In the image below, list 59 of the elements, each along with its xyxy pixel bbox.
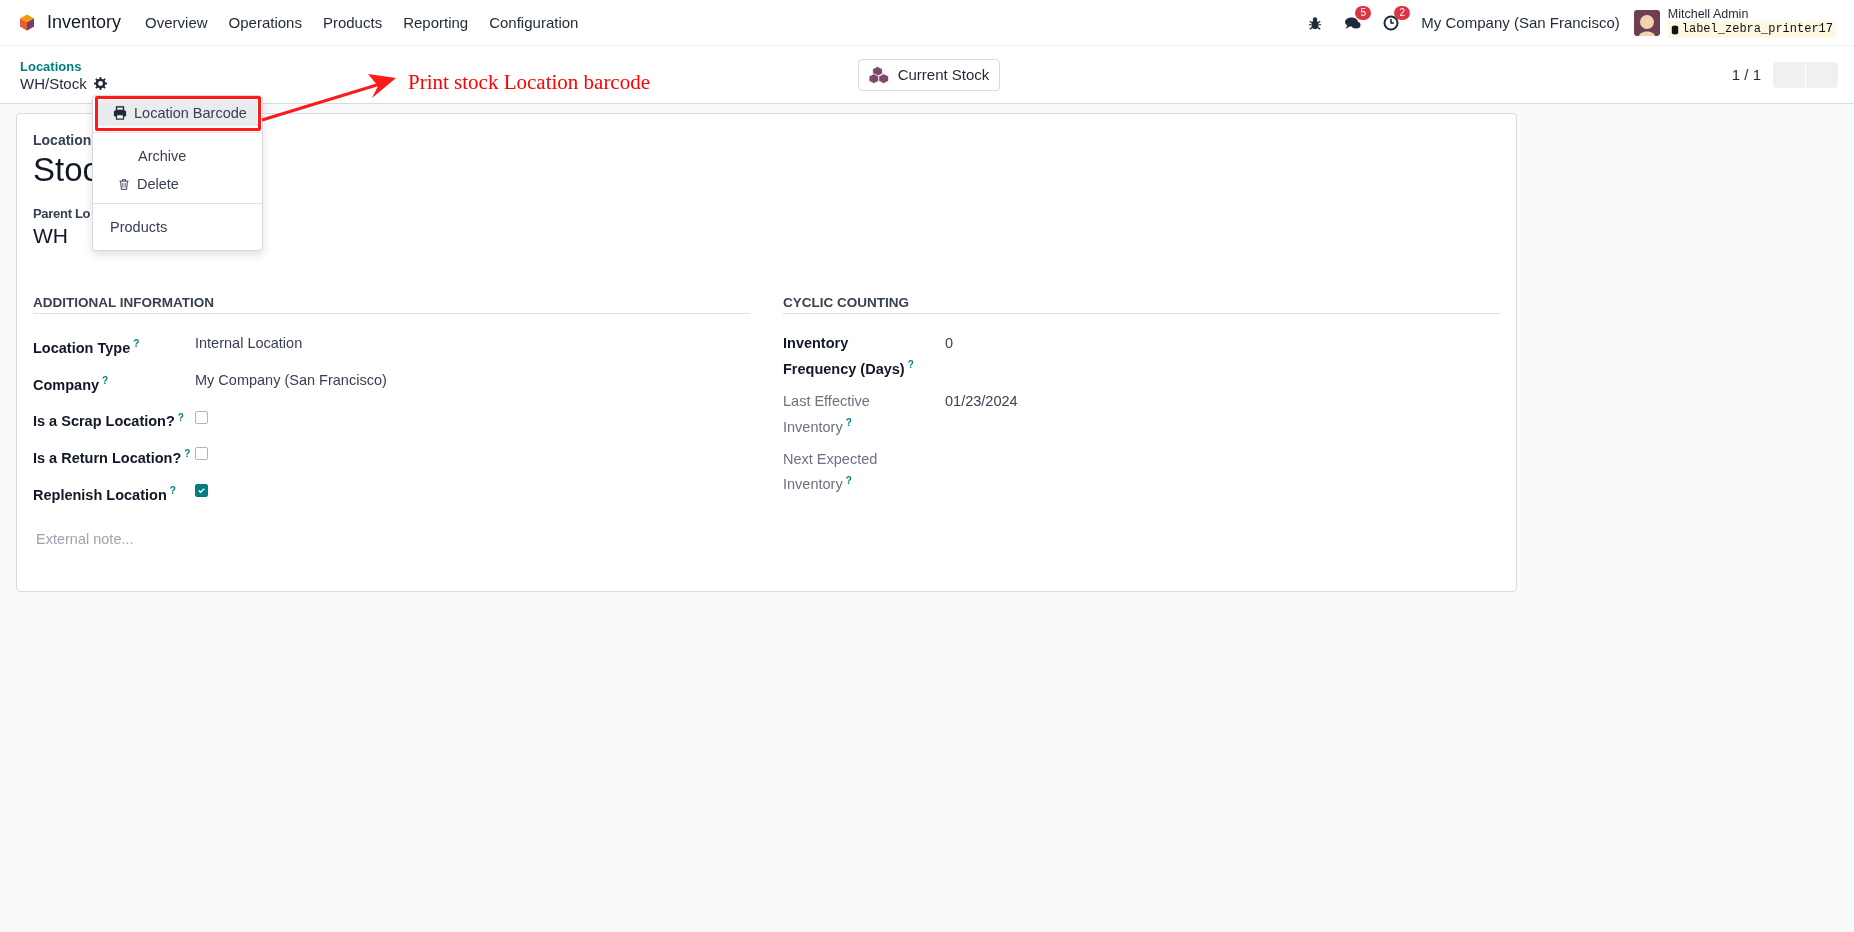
help-tooltip[interactable]: ? [133, 338, 140, 349]
field-label: Is a Scrap Location? $^{?}$ [33, 413, 184, 430]
breadcrumb-link[interactable]: Locations [20, 57, 82, 75]
annotation-text: Print stock Location barcode [408, 70, 650, 95]
pager-value[interactable]: 1 / 1 [1731, 66, 1761, 83]
field-value: 01/23/2024 [945, 391, 1018, 411]
record-title: WH/Stock [20, 74, 87, 92]
printer-icon [113, 106, 127, 120]
checkbox[interactable] [195, 447, 208, 461]
database-icon [1670, 24, 1679, 35]
field-label: Replenish Location $^{?}$ [33, 487, 176, 504]
settings-icon[interactable] [93, 76, 107, 90]
menu-item[interactable]: Delete [98, 171, 257, 197]
field-label: Is a Return Location? $^{?}$ [33, 450, 191, 467]
help-tooltip[interactable]: ? [169, 485, 176, 497]
help-tooltip[interactable]: ? [845, 474, 852, 486]
help-tooltip[interactable]: ? [907, 359, 914, 370]
field-value[interactable]: 0 [945, 333, 954, 354]
help-tooltip[interactable]: ? [177, 411, 184, 423]
field-label: Last Effective Inventory $^{?}$ [783, 392, 870, 435]
menu-item[interactable]: Reporting [403, 14, 469, 31]
menu-item[interactable]: Location Barcode [98, 100, 257, 126]
field-label: Location Type $^{?}$ [33, 339, 140, 356]
parent-location[interactable]: WH [33, 223, 68, 249]
field-label: Next Expected Inventory $^{?}$ [783, 450, 878, 493]
note-field[interactable]: External note... [33, 527, 339, 552]
field-label: Parent Lo [33, 205, 91, 223]
avatar[interactable] [1633, 9, 1660, 36]
activity-count: 2 [1394, 5, 1411, 20]
app-logo-icon[interactable] [19, 14, 35, 31]
help-tooltip[interactable]: ? [845, 416, 852, 428]
trash-icon [118, 177, 130, 191]
help-tooltip[interactable]: ? [102, 374, 109, 386]
app-name[interactable]: Inventory [47, 12, 122, 33]
checkmark-icon [197, 486, 206, 496]
field-label: Inventory Frequency (Days) $^{?}$ [783, 335, 914, 377]
database-name: label_zebra_printer17 [1667, 21, 1836, 38]
bug-icon[interactable] [1308, 15, 1323, 30]
menu-item[interactable]: Products [98, 214, 257, 240]
menu-item[interactable]: Archive [98, 143, 257, 169]
clock-icon[interactable] [1383, 14, 1400, 31]
menu-item[interactable]: Overview [145, 14, 208, 31]
company-switcher[interactable]: My Company (San Francisco) [1421, 14, 1620, 31]
field-label: Company $^{?}$ [33, 376, 109, 393]
menu-item[interactable]: Operations [228, 14, 302, 31]
current-stock-button[interactable]: Current Stock [857, 58, 1001, 91]
section-title: CYCLIC COUNTING [783, 295, 1500, 314]
field-value[interactable]: My Company (San Francisco) [195, 369, 387, 391]
checkbox[interactable] [195, 410, 208, 424]
field-value[interactable]: Internal Location [195, 333, 303, 354]
message-count: 5 [1355, 5, 1372, 20]
menu-item[interactable]: Configuration [489, 14, 579, 31]
checkbox[interactable] [195, 484, 208, 498]
field-label: Location [33, 131, 92, 150]
boxes-icon [868, 64, 891, 85]
section-title: ADDITIONAL INFORMATION [33, 295, 750, 314]
help-tooltip[interactable]: ? [184, 448, 191, 460]
menu-item[interactable]: Products [322, 14, 383, 31]
user-name[interactable]: Mitchell Admin [1667, 7, 1836, 21]
